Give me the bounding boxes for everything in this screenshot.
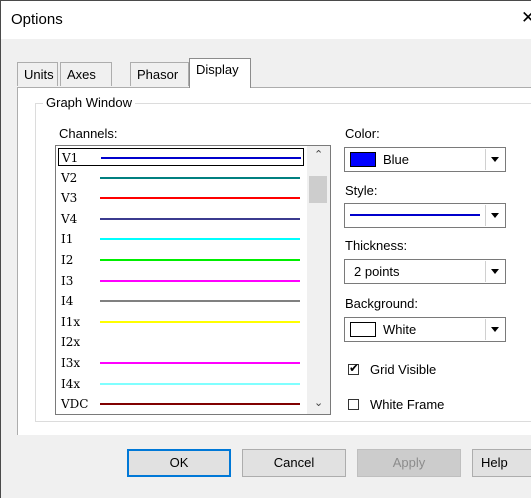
chevron-down-icon[interactable]: [485, 149, 504, 170]
help-button[interactable]: Help: [472, 449, 531, 477]
background-combo[interactable]: White: [344, 317, 506, 342]
channel-name: I3x: [61, 356, 81, 370]
color-combo[interactable]: Blue: [344, 147, 506, 172]
channel-name: V1: [62, 151, 79, 165]
tab-axes[interactable]: Axes: [60, 62, 112, 86]
style-label: Style:: [345, 183, 378, 198]
style-line-preview: [350, 214, 480, 216]
channel-name: I2x: [61, 335, 81, 350]
chevron-down-icon[interactable]: [485, 319, 504, 340]
channel-item[interactable]: I4: [58, 292, 304, 310]
channel-item[interactable]: I1: [58, 230, 304, 248]
channel-name: I2: [61, 253, 74, 267]
channel-name: V2: [61, 170, 78, 185]
background-value: White: [383, 322, 417, 337]
channel-color-line: [100, 197, 300, 200]
channel-item[interactable]: I2x: [58, 333, 304, 351]
channel-name: V3: [61, 191, 78, 206]
channel-name: I4x: [61, 376, 81, 391]
thickness-value: 2 points: [354, 264, 400, 279]
tab-units[interactable]: Units: [17, 62, 58, 86]
channel-color-line: [100, 403, 300, 406]
chevron-down-icon[interactable]: [485, 261, 504, 282]
chevron-down-icon[interactable]: [485, 205, 504, 226]
channel-name: V4: [61, 211, 78, 226]
channel-item[interactable]: I4x: [58, 375, 304, 393]
channels-scrollbar[interactable]: ⌃ ⌄: [307, 146, 330, 414]
close-icon[interactable]: ✕: [521, 8, 531, 28]
scroll-up-icon[interactable]: ⌃: [314, 148, 323, 161]
background-swatch: [350, 322, 376, 337]
apply-button[interactable]: Apply: [357, 449, 461, 477]
channel-name: I3: [61, 273, 74, 288]
channel-color-line: [100, 382, 300, 385]
graph-window-label: Graph Window: [43, 95, 135, 110]
channel-color-line: [100, 341, 300, 344]
channel-color-line: [100, 279, 300, 282]
background-label: Background:: [345, 296, 418, 311]
tab-display[interactable]: Display: [189, 58, 251, 88]
scroll-down-icon[interactable]: ⌄: [314, 396, 323, 409]
channel-color-line: [100, 300, 300, 303]
grid-visible-checkbox[interactable]: ✔: [348, 361, 360, 375]
grid-visible-label[interactable]: Grid Visible: [370, 362, 436, 377]
thickness-combo[interactable]: 2 points: [344, 259, 506, 284]
channel-item[interactable]: V3: [58, 189, 304, 207]
channel-name: I4: [61, 294, 74, 309]
channel-name: VDC: [61, 397, 89, 412]
channel-item[interactable]: I3: [58, 272, 304, 290]
channel-color-line: [100, 238, 300, 241]
channel-color-line: [100, 362, 300, 364]
channel-color-line: [100, 217, 300, 220]
window-title: Options: [11, 11, 63, 28]
channel-color-line: [100, 320, 300, 323]
options-dialog: Options ✕ Units Axes Phasor Display Grap…: [0, 0, 531, 498]
checkmark-icon: ✔: [349, 361, 360, 375]
channel-item[interactable]: V2: [58, 169, 304, 187]
channel-item[interactable]: I3x: [58, 354, 304, 372]
white-frame-label[interactable]: White Frame: [370, 397, 444, 412]
channel-item[interactable]: V4: [58, 210, 304, 228]
title-bar: Options ✕: [1, 1, 531, 39]
channel-name: I1x: [61, 314, 81, 329]
color-swatch: [350, 152, 376, 167]
cancel-button[interactable]: Cancel: [242, 449, 346, 477]
channel-color-line: [100, 176, 300, 179]
channel-item[interactable]: I1x: [58, 313, 304, 331]
thickness-label: Thickness:: [345, 238, 408, 253]
channel-name: I1: [61, 232, 74, 247]
channel-item[interactable]: VDC: [58, 395, 304, 413]
tab-phasor[interactable]: Phasor: [130, 62, 189, 86]
style-combo[interactable]: [344, 203, 506, 228]
channel-color-line: [100, 259, 300, 261]
channels-listbox[interactable]: V1 V2 V3 V4 I1 I2 I3 I4 I1x I2x I3x I4x VDC ⌃ ⌄: [55, 145, 331, 415]
color-label: Color:: [345, 126, 380, 141]
channels-label: Channels:: [59, 126, 118, 141]
channel-item[interactable]: V1: [58, 148, 304, 166]
color-value: Blue: [383, 152, 410, 167]
ok-button[interactable]: OK: [127, 449, 231, 477]
channel-item[interactable]: I2: [58, 251, 304, 269]
scroll-thumb[interactable]: [309, 176, 327, 203]
channel-color-line: [101, 157, 301, 159]
white-frame-checkbox[interactable]: [348, 399, 359, 410]
